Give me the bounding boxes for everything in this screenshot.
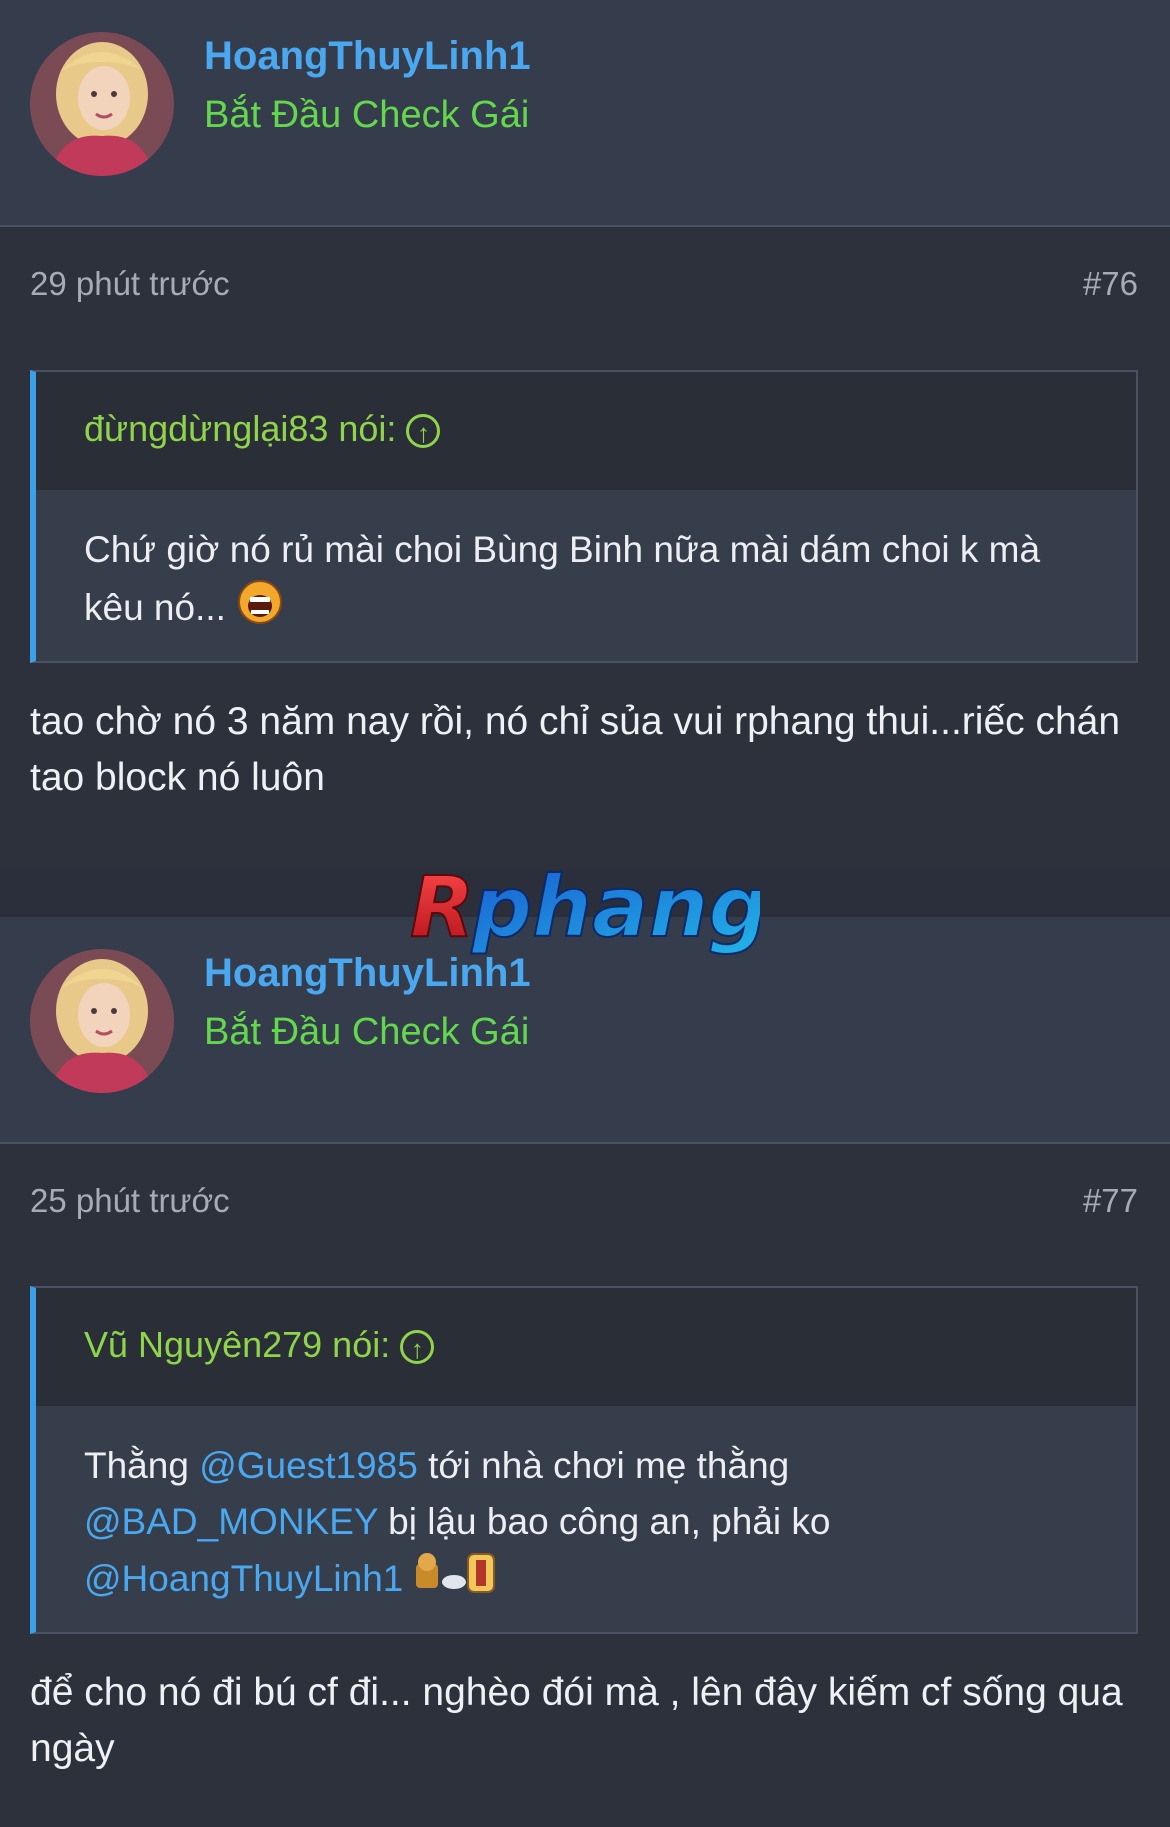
- post-message: để cho nó đi bú cf đi... nghèo đói mà , …: [30, 1671, 1123, 1770]
- go-to-quote-icon[interactable]: ↑: [400, 1330, 435, 1365]
- quote-author-link[interactable]: Vũ Nguyên279 nói: ↑: [84, 1324, 435, 1366]
- quote-block: Vũ Nguyên279 nói: ↑ Thằng @Guest1985 tới …: [30, 1286, 1138, 1634]
- rphang-watermark-logo: R phang: [409, 857, 770, 965]
- mention-link[interactable]: @BAD_MONKEY: [84, 1501, 378, 1542]
- quote-header: đừngdừnglại83 nói: ↑: [36, 372, 1136, 490]
- quote-content: Chứ giờ nó rủ mài choi Bùng Binh nữa mài…: [84, 529, 1041, 628]
- post-message: tao chờ nó 3 năm nay rồi, nó chỉ sủa vui…: [30, 700, 1121, 799]
- user-title: Bắt Đầu Check Gái: [204, 94, 530, 136]
- post-number[interactable]: #76: [1083, 265, 1138, 303]
- quote-text-part: tới nhà chơi mẹ thằng: [417, 1445, 790, 1486]
- go-to-quote-icon[interactable]: ↑: [406, 414, 441, 449]
- mention-link[interactable]: @HoangThuyLinh1: [84, 1558, 403, 1599]
- user-avatar[interactable]: [30, 32, 174, 176]
- user-avatar[interactable]: [30, 949, 174, 1093]
- svg-text:phang: phang: [471, 860, 760, 956]
- post-1-body: 29 phút trước #76 đừngdừnglại83 nói: ↑ Ch…: [0, 227, 1170, 869]
- post-1-header: HoangThuyLinh1 Bắt Đầu Check Gái: [0, 0, 1170, 227]
- mention-link[interactable]: @Guest1985: [199, 1445, 418, 1486]
- quote-text-part: bị lậu bao công an, phải ko: [377, 1501, 831, 1542]
- quote-block: đừngdừnglại83 nói: ↑ Chứ giờ nó rủ mài ch…: [30, 370, 1138, 663]
- svg-text:R: R: [410, 860, 475, 956]
- post-time[interactable]: 25 phút trước: [30, 1182, 230, 1220]
- username[interactable]: HoangThuyLinh1: [204, 34, 531, 79]
- quote-text-part: Thằng: [84, 1445, 200, 1486]
- quote-text: Chứ giờ nó rủ mài choi Bùng Binh nữa mài…: [36, 490, 1136, 672]
- shocked-emoji-icon: [236, 578, 284, 642]
- quote-header: Vũ Nguyên279 nói: ↑: [36, 1288, 1136, 1406]
- police-emoji-icon: [414, 1550, 498, 1612]
- quote-author-link[interactable]: đừngdừnglại83 nói: ↑: [84, 408, 441, 450]
- quote-author[interactable]: Vũ Nguyên279 nói:: [84, 1324, 390, 1365]
- quote-author[interactable]: đừngdừnglại83 nói:: [84, 408, 396, 449]
- quote-text: Thằng @Guest1985 tới nhà chơi mẹ thằng @…: [36, 1406, 1136, 1642]
- post-time[interactable]: 29 phút trước: [30, 265, 230, 303]
- user-title: Bắt Đầu Check Gái: [204, 1011, 530, 1053]
- post-number[interactable]: #77: [1083, 1182, 1138, 1220]
- post-2-body: 25 phút trước #77 Vũ Nguyên279 nói: ↑ Thằ…: [0, 1144, 1170, 1827]
